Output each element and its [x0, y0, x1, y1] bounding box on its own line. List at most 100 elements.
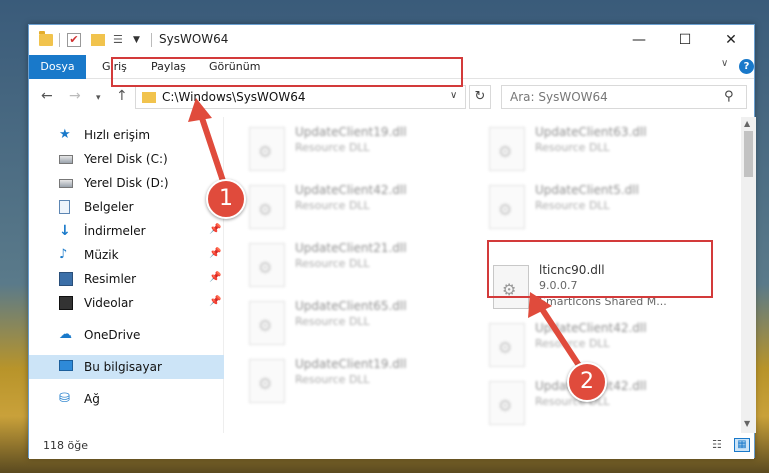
chevron-down-icon[interactable]: ∨: [721, 58, 728, 69]
file-name: UpdateClient21.dll: [295, 241, 407, 255]
pictures-icon: [59, 272, 73, 286]
sidebar-item-label: Resimler: [84, 272, 137, 286]
sidebar-item-videos[interactable]: Videolar 📌: [29, 291, 224, 315]
address-bar-highlight: [111, 57, 463, 87]
file-description: Resource DLL: [295, 373, 370, 386]
file-name: UpdateClient42.dll: [295, 183, 407, 197]
sidebar-item-onedrive[interactable]: ☁ OneDrive: [29, 323, 224, 347]
vertical-scrollbar[interactable]: ▲ ▼: [741, 117, 756, 433]
back-arrow-icon[interactable]: ←: [41, 88, 53, 104]
up-arrow-icon[interactable]: ↑: [116, 88, 128, 104]
sidebar-item-label: Müzik: [84, 248, 119, 262]
file-description: Resource DLL: [295, 141, 370, 154]
sidebar-item-this-pc[interactable]: Bu bilgisayar: [29, 355, 224, 379]
navigation-pane: ★ Hızlı erişim Yerel Disk (C:) Yerel Dis…: [29, 117, 224, 433]
list-item[interactable]: ⚙ UpdateClient21.dll Resource DLL: [243, 237, 473, 293]
toolbar-divider: [151, 33, 152, 47]
pin-icon[interactable]: 📌: [209, 272, 221, 283]
sidebar-item-downloads[interactable]: ↓ İndirmeler 📌: [29, 219, 224, 243]
disk-icon: [59, 155, 73, 164]
tiles-view-icon[interactable]: ▦: [734, 438, 750, 452]
maximize-button[interactable]: ☐: [662, 25, 708, 55]
file-description: Resource DLL: [295, 257, 370, 270]
sidebar-item-local-disk-c[interactable]: Yerel Disk (C:): [29, 147, 224, 171]
recent-locations-icon[interactable]: ▾: [96, 90, 101, 106]
minimize-button[interactable]: —: [616, 25, 662, 55]
sidebar-item-label: Yerel Disk (C:): [84, 152, 168, 166]
sidebar-item-label: OneDrive: [84, 328, 141, 342]
file-description: Resource DLL: [535, 141, 610, 154]
dll-file-icon: ⚙: [489, 185, 525, 229]
status-bar: 118 öğe ☷ ▦: [29, 433, 754, 459]
document-icon: [59, 200, 70, 214]
file-description: Resource DLL: [295, 199, 370, 212]
close-button[interactable]: ✕: [708, 25, 754, 55]
dll-file-icon: ⚙: [249, 127, 285, 171]
sidebar-item-label: Belgeler: [84, 200, 134, 214]
search-icon[interactable]: ⚲: [724, 89, 734, 104]
customize-dropdown-icon[interactable]: ▼: [133, 33, 143, 49]
sidebar-item-local-disk-d[interactable]: Yerel Disk (D:): [29, 171, 224, 195]
dll-file-icon: ⚙: [489, 127, 525, 171]
disk-icon: [59, 179, 73, 188]
file-description: Resource DLL: [535, 199, 610, 212]
dll-file-icon: ⚙: [249, 243, 285, 287]
file-name: UpdateClient65.dll: [295, 299, 407, 313]
sidebar-item-label: Videolar: [84, 296, 134, 310]
address-path[interactable]: C:\Windows\SysWOW64: [162, 90, 306, 104]
properties-icon[interactable]: ☰: [113, 33, 129, 47]
address-bar[interactable]: C:\Windows\SysWOW64 ∨: [135, 85, 466, 109]
star-icon: ★: [59, 127, 71, 142]
list-item[interactable]: ⚙ UpdateClient19.dll Resource DLL: [243, 121, 473, 177]
network-icon: ⛁: [59, 391, 70, 406]
dll-file-icon: ⚙: [489, 323, 525, 367]
file-name: UpdateClient19.dll: [295, 125, 407, 139]
sidebar-item-documents[interactable]: Belgeler: [29, 195, 224, 219]
new-folder-icon[interactable]: [91, 34, 105, 46]
title-bar: ✔ ☰ ▼ SysWOW64 — ☐ ✕: [29, 25, 754, 55]
pin-icon[interactable]: 📌: [209, 224, 221, 235]
scroll-up-icon[interactable]: ▲: [744, 119, 750, 128]
pin-icon[interactable]: 📌: [209, 248, 221, 259]
forward-arrow-icon[interactable]: →: [69, 88, 81, 104]
sidebar-item-label: Yerel Disk (D:): [84, 176, 169, 190]
sidebar-item-network[interactable]: ⛁ Ağ: [29, 387, 224, 411]
computer-icon: [59, 360, 73, 371]
details-view-icon[interactable]: ☷: [712, 438, 728, 452]
folder-icon[interactable]: [39, 31, 53, 46]
file-description: Resource DLL: [535, 337, 610, 350]
list-item[interactable]: ⚙ UpdateClient63.dll Resource DLL: [483, 121, 713, 177]
scrollbar-thumb[interactable]: [744, 131, 753, 177]
chevron-down-icon[interactable]: ∨: [450, 90, 457, 101]
sidebar-item-label: İndirmeler: [84, 224, 146, 238]
file-highlight: [487, 240, 713, 298]
file-description: Resource DLL: [295, 315, 370, 328]
sidebar-item-label: Bu bilgisayar: [84, 360, 162, 374]
help-icon[interactable]: ?: [739, 59, 754, 74]
dll-file-icon: ⚙: [249, 185, 285, 229]
scroll-down-icon[interactable]: ▼: [744, 419, 750, 428]
list-item[interactable]: ⚙ UpdateClient5.dll Resource DLL: [483, 179, 713, 235]
file-name: UpdateClient5.dll: [535, 183, 639, 197]
download-icon: ↓: [59, 223, 71, 239]
file-name: UpdateClient63.dll: [535, 125, 647, 139]
properties-check-icon[interactable]: ✔: [67, 33, 81, 47]
toolbar-divider: [59, 33, 60, 47]
sidebar-item-quick-access[interactable]: ★ Hızlı erişim: [29, 123, 224, 147]
list-item[interactable]: ⚙ UpdateClient65.dll Resource DLL: [243, 295, 473, 351]
sidebar-item-pictures[interactable]: Resimler 📌: [29, 267, 224, 291]
list-item[interactable]: ⚙ UpdateClient19.dll Resource DLL: [243, 353, 473, 409]
pin-icon[interactable]: 📌: [209, 296, 221, 307]
tab-file[interactable]: Dosya: [29, 55, 86, 79]
sidebar-item-label: Ağ: [84, 392, 100, 406]
refresh-icon[interactable]: ↻: [469, 85, 491, 109]
window-title: SysWOW64: [159, 32, 229, 46]
videos-icon: [59, 296, 73, 310]
step-two-badge: 2: [567, 362, 607, 402]
folder-icon: [142, 92, 156, 103]
sidebar-item-label: Hızlı erişim: [84, 128, 151, 142]
search-input[interactable]: Ara: SysWOW64 ⚲: [501, 85, 747, 109]
sidebar-item-music[interactable]: ♪ Müzik 📌: [29, 243, 224, 267]
list-item[interactable]: ⚙ UpdateClient42.dll Resource DLL: [243, 179, 473, 235]
file-name: UpdateClient19.dll: [295, 357, 407, 371]
